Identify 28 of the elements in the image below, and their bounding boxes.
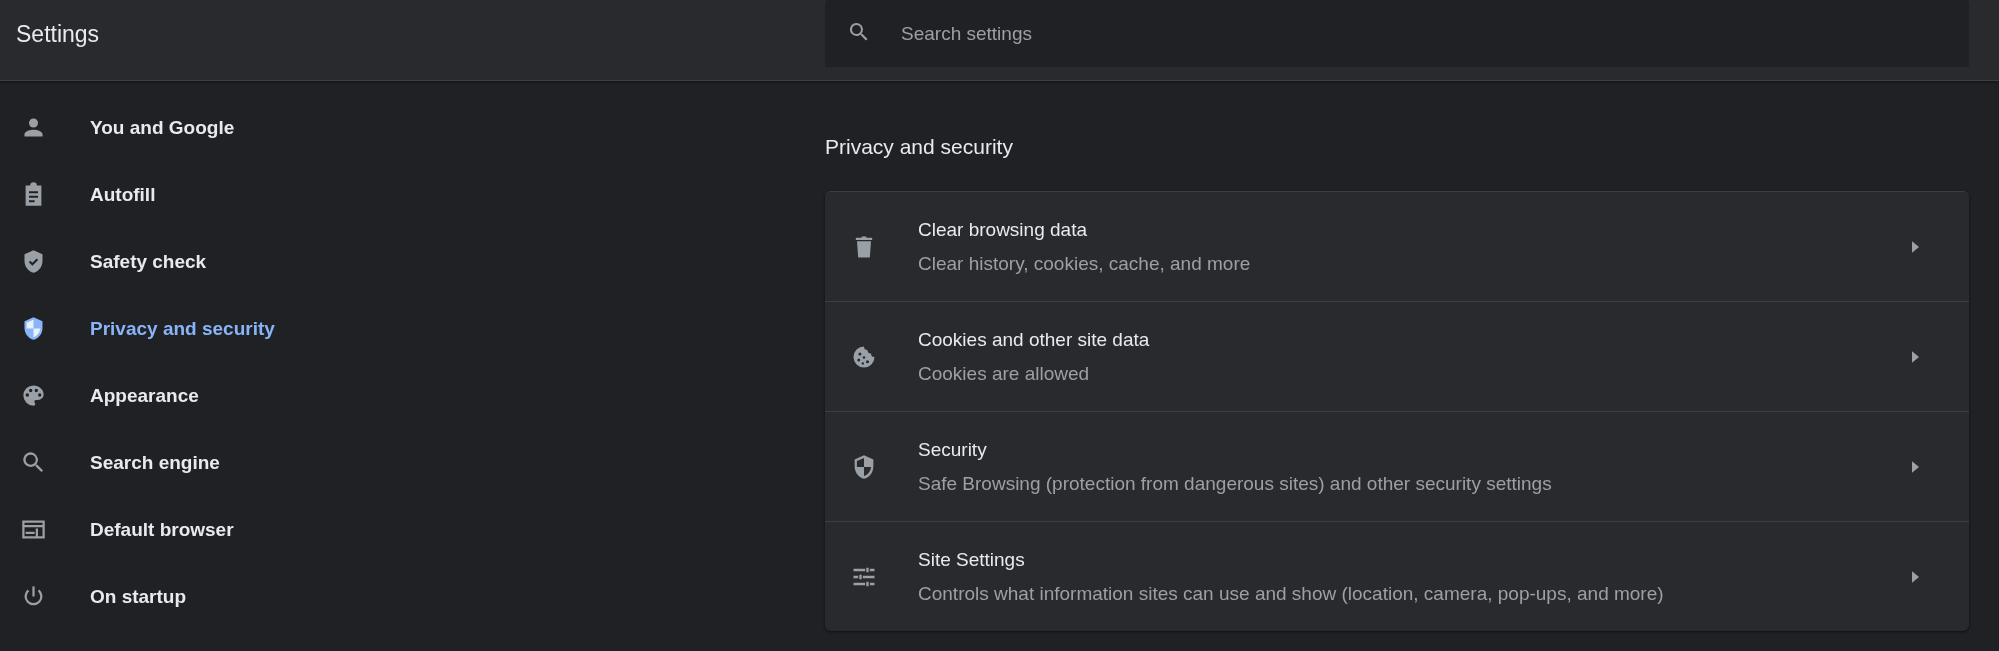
settings-row[interactable]: Site Settings Controls what information sites can use and show (location, camera, pop-ups, and more) [825,521,1969,631]
row-title: Clear browsing data [918,218,1087,241]
palette-icon [20,382,47,409]
arrow-right-icon [1912,460,1919,473]
sidebar-item[interactable]: Appearance [0,362,219,429]
sidebar-item[interactable]: Autofill [0,161,176,228]
sidebar-item[interactable]: Safety check [0,228,227,295]
row-description: Safe Browsing (protection from dangerous sites) and other security settings [918,472,1552,495]
arrow-right-icon [1912,240,1919,253]
row-title: Cookies and other site data [918,328,1150,351]
sidebar-item[interactable]: You and Google [0,94,255,161]
row-title: Site Settings [918,548,1025,571]
sidebar-item[interactable]: Default browser [0,496,254,563]
page-title: Settings [15,20,101,48]
sidebar-item[interactable]: Privacy and security [0,295,295,362]
settings-row[interactable]: Cookies and other site data Cookies are allowed [825,301,1969,411]
row-title: Security [918,438,987,461]
row-description: Controls what information sites can use and show (location, camera, pop-ups, and more) [918,582,1664,605]
search-field[interactable]: Search settings [825,0,1969,67]
arrow-right-icon [1912,350,1919,363]
row-description: Cookies are allowed [918,362,1090,385]
sidebar-item[interactable]: Search engine [0,429,240,496]
row-description: Clear history, cookies, cache, and more [918,252,1251,275]
settings-row[interactable]: Security Safe Browsing (protection from dangerous sites) and other security settings [825,411,1969,521]
section-heading: Privacy and security [825,134,1014,160]
sidebar-item[interactable]: On startup [0,563,207,630]
arrow-right-icon [1912,570,1919,583]
settings-row[interactable]: Clear browsing data Clear history, cookies, cache, and more [825,192,1969,301]
